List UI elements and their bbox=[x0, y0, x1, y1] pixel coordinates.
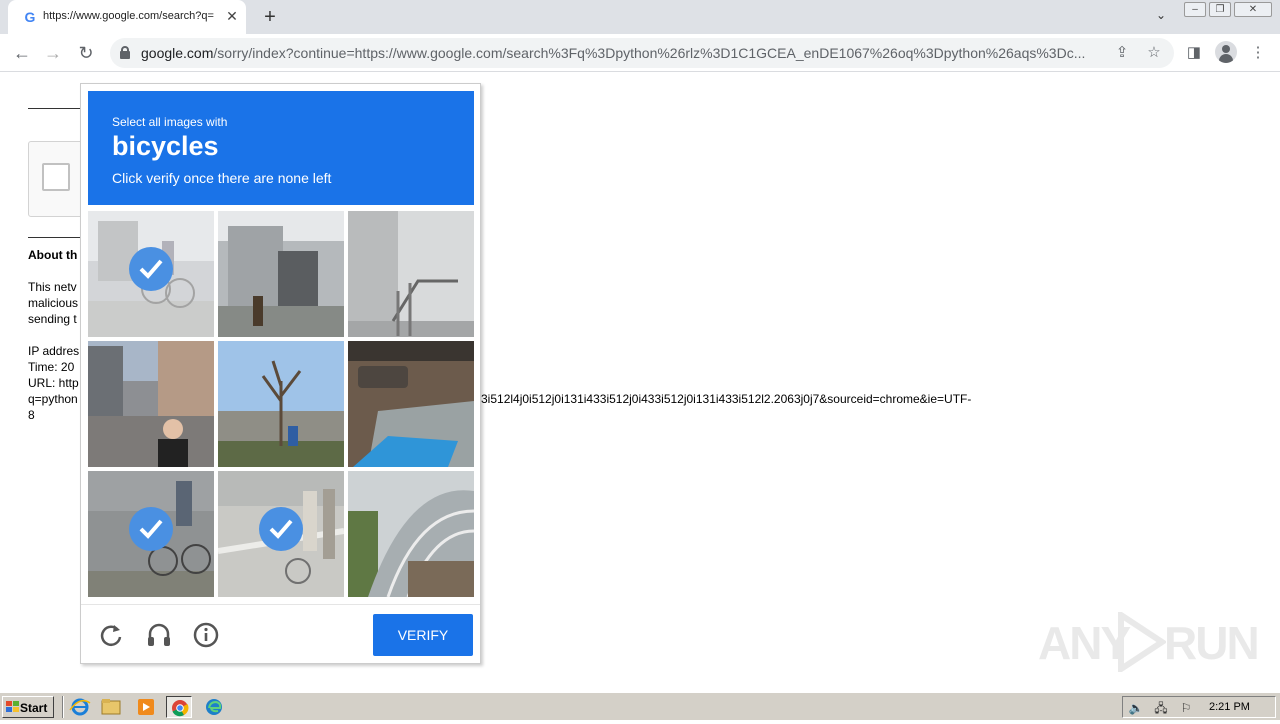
info-icon[interactable] bbox=[192, 621, 220, 649]
image-tile[interactable] bbox=[88, 471, 214, 597]
headphones-icon[interactable] bbox=[145, 621, 173, 649]
tile-image bbox=[348, 471, 474, 597]
start-label: Start bbox=[20, 701, 48, 715]
chrome-icon[interactable] bbox=[166, 696, 192, 718]
image-tile[interactable] bbox=[348, 211, 474, 337]
url-continued-line: q=python bbox=[28, 392, 78, 406]
url-continued-line: 8 bbox=[28, 408, 35, 422]
explorer-icon[interactable] bbox=[98, 696, 124, 718]
tile-image bbox=[348, 211, 474, 337]
close-tab-icon[interactable]: ✕ bbox=[224, 8, 240, 24]
image-tile[interactable] bbox=[218, 211, 344, 337]
tab-title: https://www.google.com/search?q= bbox=[43, 10, 214, 22]
system-tray: 🔈 🖧 ⚐ 2:21 PM bbox=[1122, 696, 1276, 718]
tile-image bbox=[218, 341, 344, 467]
taskbar: Start 🔈 🖧 ⚐ 2:21 PM bbox=[0, 692, 1280, 720]
url-line: URL: http bbox=[28, 376, 79, 390]
new-tab-button[interactable]: + bbox=[258, 5, 282, 29]
tile-image bbox=[348, 341, 474, 467]
image-tile[interactable] bbox=[88, 211, 214, 337]
edge-icon[interactable] bbox=[201, 696, 227, 718]
watermark-text-right: RUN bbox=[1164, 617, 1260, 669]
about-heading: About th bbox=[28, 248, 78, 262]
body-text-line: malicious bbox=[28, 296, 79, 310]
url-tail-text: 3i512l4j0i512j0i131i433i512j0i433i512j0i… bbox=[481, 392, 972, 406]
tile-image bbox=[218, 211, 344, 337]
taskbar-separator bbox=[62, 696, 64, 718]
forward-icon[interactable]: → bbox=[41, 41, 65, 65]
profile-icon[interactable] bbox=[1215, 41, 1237, 63]
check-icon bbox=[129, 507, 173, 551]
share-icon[interactable]: ⇪ bbox=[1112, 43, 1132, 63]
windows-flag-icon bbox=[6, 701, 19, 712]
divider bbox=[28, 108, 88, 109]
google-favicon-icon: G bbox=[24, 9, 36, 25]
challenge-subtext: Click verify once there are none left bbox=[112, 170, 332, 186]
star-icon[interactable]: ☆ bbox=[1144, 43, 1164, 63]
check-icon bbox=[129, 247, 173, 291]
url-text[interactable]: google.com/sorry/index?continue=https://… bbox=[141, 45, 1101, 61]
time-line: Time: 20 bbox=[28, 360, 75, 374]
tab-strip: G https://www.google.com/search?q= ✕ + ⌄… bbox=[0, 0, 1280, 34]
menu-icon[interactable]: ⋮ bbox=[1246, 41, 1270, 65]
clock[interactable]: 2:21 PM bbox=[1209, 701, 1250, 713]
url-host: google.com bbox=[141, 45, 214, 61]
image-tile[interactable] bbox=[348, 341, 474, 467]
tab-search-icon[interactable]: ⌄ bbox=[1151, 8, 1171, 26]
recaptcha-challenge: Select all images with bicycles Click ve… bbox=[80, 83, 481, 664]
url-path: /sorry/index?continue=https://www.google… bbox=[213, 45, 1086, 61]
recaptcha-anchor[interactable] bbox=[28, 141, 88, 217]
side-panel-icon[interactable]: ◨ bbox=[1182, 41, 1206, 65]
challenge-footer: Verify bbox=[81, 604, 480, 664]
verify-button[interactable]: Verify bbox=[373, 614, 473, 656]
body-text-line: sending t bbox=[28, 312, 77, 326]
image-tile[interactable] bbox=[218, 341, 344, 467]
image-grid bbox=[88, 211, 474, 597]
challenge-target: bicycles bbox=[112, 131, 219, 161]
challenge-header: Select all images with bicycles Click ve… bbox=[88, 91, 474, 205]
check-icon bbox=[259, 507, 303, 551]
ie-icon[interactable] bbox=[67, 696, 93, 718]
challenge-instruction: Select all images with bbox=[112, 115, 228, 129]
play-logo-icon bbox=[1118, 612, 1166, 672]
start-button[interactable]: Start bbox=[2, 696, 54, 718]
minimize-button[interactable]: – bbox=[1184, 2, 1206, 17]
close-window-button[interactable]: ✕ bbox=[1234, 2, 1272, 17]
network-icon[interactable]: 🖧 bbox=[1153, 700, 1169, 716]
recaptcha-checkbox[interactable] bbox=[42, 163, 70, 191]
divider bbox=[28, 237, 88, 238]
media-player-icon[interactable] bbox=[133, 696, 159, 718]
back-icon[interactable]: ← bbox=[10, 41, 34, 65]
body-text-line: This netv bbox=[28, 280, 77, 294]
reload-icon[interactable]: ↻ bbox=[74, 41, 98, 65]
ip-address-line: IP addres bbox=[28, 344, 80, 358]
anyrun-watermark: ANY RUN bbox=[1038, 612, 1260, 672]
tile-image bbox=[88, 341, 214, 467]
flag-icon[interactable]: ⚐ bbox=[1178, 700, 1194, 716]
reload-icon[interactable] bbox=[97, 621, 125, 649]
image-tile[interactable] bbox=[348, 471, 474, 597]
image-tile[interactable] bbox=[88, 341, 214, 467]
image-tile[interactable] bbox=[218, 471, 344, 597]
volume-icon[interactable]: 🔈 bbox=[1128, 700, 1144, 716]
browser-tab[interactable]: G https://www.google.com/search?q= ✕ bbox=[8, 0, 246, 34]
lock-icon[interactable] bbox=[120, 46, 130, 59]
browser-toolbar: ← → ↻ google.com/sorry/index?continue=ht… bbox=[0, 34, 1280, 72]
restore-button[interactable]: ❐ bbox=[1209, 2, 1231, 17]
address-bar[interactable]: google.com/sorry/index?continue=https://… bbox=[110, 38, 1174, 68]
